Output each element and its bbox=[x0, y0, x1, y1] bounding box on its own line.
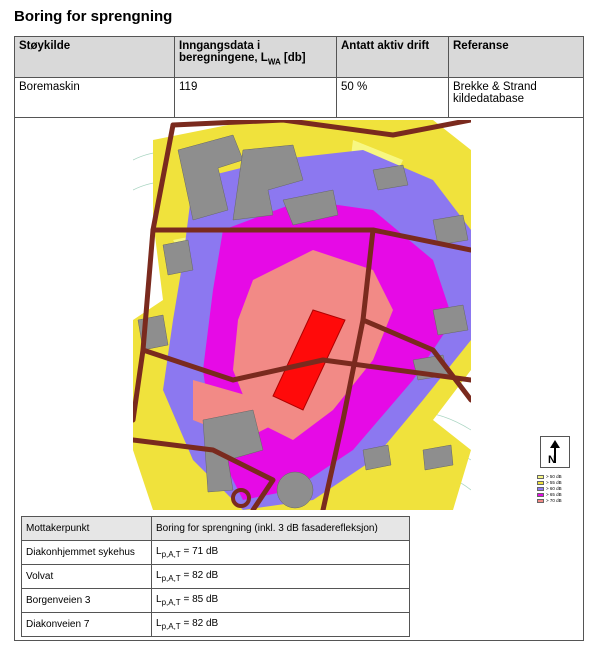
cell-source: Boremaskin bbox=[14, 77, 175, 118]
round-building bbox=[276, 471, 314, 509]
north-arrow-graphic: N bbox=[548, 440, 560, 466]
legend-label: > 70 dB bbox=[546, 498, 562, 503]
header-input-line2: beregningene, L bbox=[179, 52, 268, 64]
building bbox=[162, 239, 194, 276]
table-row: Diakonveien 7 Lp,A,T = 82 dB bbox=[21, 612, 410, 637]
receiver-value: Lp,A,T = 82 dB bbox=[151, 612, 410, 637]
level-subscript: p,A,T bbox=[161, 550, 181, 559]
table-row: Diakonhjemmet sykehus Lp,A,T = 71 dB bbox=[21, 540, 410, 565]
cell-reference: Brekke & Strand kildedatabase bbox=[448, 77, 584, 118]
legend-swatch bbox=[537, 475, 544, 479]
table-row: Boremaskin 119 50 % Brekke & Strand kild… bbox=[14, 77, 584, 118]
level-subscript: p,A,T bbox=[161, 598, 181, 607]
level-value: = 71 dB bbox=[183, 546, 219, 557]
level-subscript: p,A,T bbox=[161, 622, 181, 631]
legend-swatch bbox=[537, 481, 544, 485]
legend-swatch bbox=[537, 499, 544, 503]
legend-swatch bbox=[537, 487, 544, 491]
map-legend: > 50 dB > 55 dB > 60 dB > 65 dB > 70 dB bbox=[537, 474, 577, 504]
north-arrow-icon: N bbox=[540, 436, 570, 468]
page-title: Boring for sprengning bbox=[14, 8, 173, 25]
receiver-table: Mottakerpunkt Boring for sprengning (ink… bbox=[21, 516, 410, 637]
legend-swatch bbox=[537, 493, 544, 497]
header-input-subscript: WA bbox=[267, 57, 281, 67]
header-receiver: Mottakerpunkt bbox=[21, 516, 152, 541]
north-label: N bbox=[548, 454, 556, 466]
header-input-line1: Inngangsdata i bbox=[179, 40, 261, 52]
table-row: Volvat Lp,A,T = 82 dB bbox=[21, 564, 410, 589]
level-subscript: p,A,T bbox=[161, 574, 181, 583]
legend-item: > 70 dB bbox=[537, 498, 577, 504]
reference-line1: Brekke & Strand bbox=[453, 81, 537, 93]
header-active: Antatt aktiv drift bbox=[336, 36, 449, 78]
cell-input: 119 bbox=[174, 77, 337, 118]
header-result: Boring for sprengning (inkl. 3 dB fasade… bbox=[151, 516, 410, 541]
receiver-name: Diakonhjemmet sykehus bbox=[21, 540, 152, 565]
building bbox=[432, 214, 469, 246]
header-input: Inngangsdata i beregningene, LWA [db] bbox=[174, 36, 337, 78]
receiver-name: Borgenveien 3 bbox=[21, 588, 152, 613]
table-header-row: Støykilde Inngangsdata i beregningene, L… bbox=[14, 36, 584, 78]
receiver-value: Lp,A,T = 82 dB bbox=[151, 564, 410, 589]
noise-map bbox=[133, 120, 471, 510]
noise-source-table: Støykilde Inngangsdata i beregningene, L… bbox=[14, 36, 584, 118]
header-source: Støykilde bbox=[14, 36, 175, 78]
header-input-unit: [db] bbox=[280, 52, 306, 64]
header-reference: Referanse bbox=[448, 36, 584, 78]
receiver-name: Diakonveien 7 bbox=[21, 612, 152, 637]
receiver-name: Volvat bbox=[21, 564, 152, 589]
building bbox=[432, 304, 469, 336]
receiver-value: Lp,A,T = 71 dB bbox=[151, 540, 410, 565]
table-row: Borgenveien 3 Lp,A,T = 85 dB bbox=[21, 588, 410, 613]
level-value: = 82 dB bbox=[183, 570, 219, 581]
level-value: = 85 dB bbox=[183, 594, 219, 605]
table-header-row: Mottakerpunkt Boring for sprengning (ink… bbox=[21, 516, 410, 541]
reference-line2: kildedatabase bbox=[453, 93, 524, 105]
receiver-value: Lp,A,T = 85 dB bbox=[151, 588, 410, 613]
level-value: = 82 dB bbox=[183, 618, 219, 629]
cell-active: 50 % bbox=[336, 77, 449, 118]
